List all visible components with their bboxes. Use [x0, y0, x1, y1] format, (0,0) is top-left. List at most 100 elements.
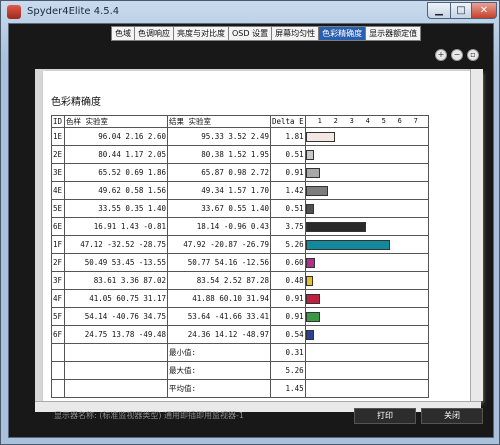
close-window-button[interactable]: ✕: [471, 2, 497, 19]
scale-tick: 1: [317, 117, 322, 125]
table-row: 2E 80.44 1.17 2.05 80.38 1.52 1.95 0.51: [51, 145, 429, 164]
scale-tick: 5: [381, 117, 386, 125]
summary-blank: [304, 379, 429, 398]
table-row: 5E 33.55 0.35 1.40 33.67 0.55 1.40 0.51: [51, 199, 429, 218]
delta-bar: [305, 222, 366, 232]
summary-blank: [304, 343, 429, 362]
app-icon: [7, 5, 21, 19]
summary-blank: [64, 379, 168, 398]
row-id: 3E: [51, 163, 65, 182]
zoom-in-icon[interactable]: +: [435, 49, 447, 61]
delta-bar: [305, 132, 335, 142]
summary-row: 平均值: 1.45: [51, 379, 429, 398]
header-delta: Delta E: [270, 115, 306, 128]
table-row: 1F 47.12 -32.52 -28.75 47.92 -20.87 -26.79…: [51, 235, 429, 254]
result-lab: 47.92 -20.87 -26.79: [167, 235, 271, 254]
sample-lab: 80.44 1.17 2.05: [64, 145, 168, 164]
row-id: 2F: [51, 253, 65, 272]
scale-tick: 3: [349, 117, 354, 125]
delta-e: 0.48: [270, 271, 306, 290]
result-lab: 18.14 -0.96 0.43: [167, 217, 271, 236]
table-row: 4E 49.62 0.58 1.56 49.34 1.57 1.70 1.42: [51, 181, 429, 200]
summary-blank: [51, 343, 65, 362]
vertical-scrollbar[interactable]: [470, 69, 483, 401]
device-name-label: 显示器名称: (标准监视器类型) 通用即插即用监视器-1: [54, 411, 244, 420]
sample-lab: 65.52 0.69 1.86: [64, 163, 168, 182]
minimize-button[interactable]: ▁: [427, 2, 451, 19]
delta-e: 0.60: [270, 253, 306, 272]
tab-5[interactable]: 色彩精确度: [318, 26, 367, 41]
sample-lab: 50.49 53.45 -13.55: [64, 253, 168, 272]
header-id: ID: [51, 115, 65, 128]
delta-bar: [305, 312, 321, 322]
scale-tick: 6: [397, 117, 402, 125]
tab-3[interactable]: OSD 设置: [228, 26, 273, 41]
sample-lab: 41.05 60.75 31.17: [64, 289, 168, 308]
summary-blank: [64, 343, 168, 362]
delta-bar: [305, 276, 314, 286]
summary-row: 最小值: 0.31: [51, 343, 429, 362]
tab-1[interactable]: 色调响应: [134, 26, 174, 41]
app-window: Spyder4Elite 4.5.4 ▁ □ ✕ 色域 色调响应 亮度与对比度 OSD…: [0, 0, 500, 445]
report-title: 色彩精确度: [51, 97, 101, 108]
fit-page-icon[interactable]: ▫: [467, 49, 479, 61]
delta-bar: [305, 294, 321, 304]
summary-blank: [64, 361, 168, 380]
print-button[interactable]: 打印: [354, 408, 416, 424]
result-lab: 33.67 0.55 1.40: [167, 199, 271, 218]
delta-e: 1.81: [270, 127, 306, 146]
summary-value: 1.45: [270, 379, 306, 398]
delta-scale: 1 2 3 4 5 6 7: [304, 115, 429, 128]
sample-lab: 49.62 0.58 1.56: [64, 181, 168, 200]
delta-bar: [305, 168, 321, 178]
table-row: 3F 83.61 3.36 87.02 83.54 2.52 87.28 0.48: [51, 271, 429, 290]
delta-bar-cell: [304, 289, 429, 308]
accuracy-table: ID 色样 实验室 结果 实验室 Delta E 1 2 3 4 5 6 7 1E 96.04 2.16…: [51, 115, 429, 398]
tab-0[interactable]: 色域: [111, 26, 135, 41]
row-id: 6F: [51, 325, 65, 344]
row-id: 4F: [51, 289, 65, 308]
title-bar: Spyder4Elite 4.5.4 ▁ □ ✕: [1, 1, 499, 23]
delta-bar-cell: [304, 325, 429, 344]
delta-bar-cell: [304, 217, 429, 236]
scale-tick: 4: [365, 117, 370, 125]
delta-e: 0.91: [270, 307, 306, 326]
result-lab: 41.88 60.10 31.94: [167, 289, 271, 308]
window-title: Spyder4Elite 4.5.4: [27, 6, 120, 17]
row-id: 4E: [51, 181, 65, 200]
delta-e: 0.91: [270, 163, 306, 182]
tab-2[interactable]: 亮度与对比度: [173, 26, 229, 41]
sample-lab: 96.04 2.16 2.60: [64, 127, 168, 146]
result-lab: 50.77 54.16 -12.56: [167, 253, 271, 272]
delta-bar-cell: [304, 199, 429, 218]
summary-label: 最大值:: [167, 361, 271, 380]
header-result: 结果 实验室: [167, 115, 271, 128]
close-button[interactable]: 关闭: [421, 408, 483, 424]
summary-value: 5.26: [270, 361, 306, 380]
row-id: 6E: [51, 217, 65, 236]
delta-bar: [305, 204, 314, 214]
delta-e: 0.51: [270, 199, 306, 218]
maximize-button[interactable]: □: [450, 2, 472, 19]
scale-tick: 2: [333, 117, 338, 125]
table-row: 5F 54.14 -40.76 34.75 53.64 -41.66 33.41 0.…: [51, 307, 429, 326]
table-row: 4F 41.05 60.75 31.17 41.88 60.10 31.94 0.91: [51, 289, 429, 308]
delta-e: 0.91: [270, 289, 306, 308]
result-lab: 53.64 -41.66 33.41: [167, 307, 271, 326]
delta-bar: [305, 186, 329, 196]
delta-e: 0.54: [270, 325, 306, 344]
delta-e: 0.51: [270, 145, 306, 164]
result-lab: 24.36 14.12 -48.97: [167, 325, 271, 344]
tab-4[interactable]: 屏幕均匀性: [271, 26, 320, 41]
result-lab: 80.38 1.52 1.95: [167, 145, 271, 164]
header-sample: 色样 实验室: [64, 115, 168, 128]
row-id: 5F: [51, 307, 65, 326]
report-page: 色彩精确度 ID 色样 实验室 结果 实验室 Delta E 1 2 3 4 5 6 7 1E 96.0…: [43, 71, 481, 401]
tab-6[interactable]: 显示器额定值: [365, 26, 422, 41]
delta-bar-cell: [304, 127, 429, 146]
result-lab: 49.34 1.57 1.70: [167, 181, 271, 200]
zoom-out-icon[interactable]: −: [451, 49, 463, 61]
header-row: ID 色样 实验室 结果 实验室 Delta E 1 2 3 4 5 6 7: [51, 115, 429, 128]
sample-lab: 33.55 0.35 1.40: [64, 199, 168, 218]
summary-row: 最大值: 5.26: [51, 361, 429, 380]
